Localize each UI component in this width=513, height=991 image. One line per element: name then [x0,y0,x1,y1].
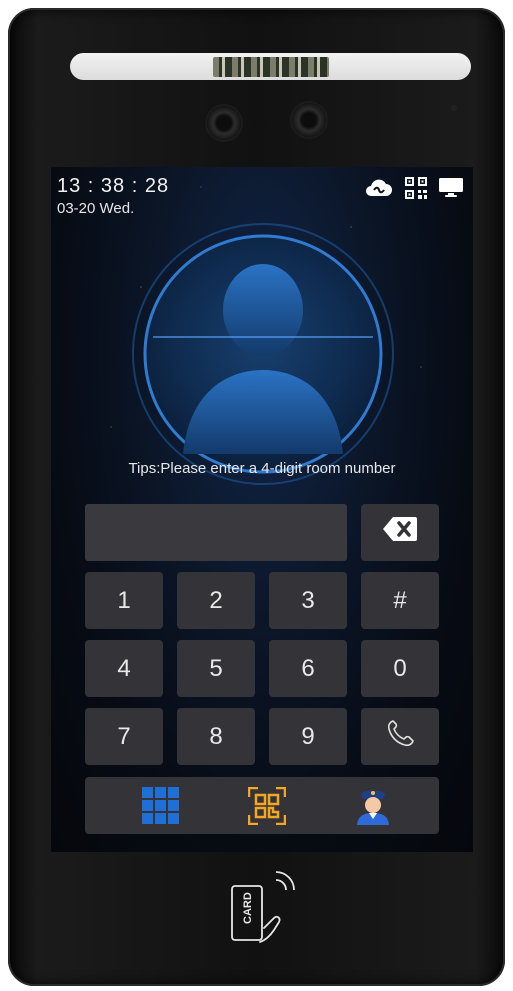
key-0[interactable]: 0 [361,640,439,697]
tips-text: Tips:Please enter a 4-digit room number [128,460,396,477]
camera-lens-left [207,106,241,140]
card-reader-icon: CARD [230,870,296,946]
cloud-link-icon[interactable] [363,178,393,203]
status-icon-bar [363,177,463,204]
key-9[interactable]: 9 [269,708,347,765]
key-3[interactable]: 3 [269,572,347,629]
key-4[interactable]: 4 [85,640,163,697]
call-button[interactable] [361,708,439,765]
card-reader-label: CARD [242,892,254,924]
ir-sensor-module [213,57,329,77]
key-2[interactable]: 2 [177,572,255,629]
face-silhouette-icon [131,222,395,486]
monitor-icon[interactable] [439,178,463,203]
phone-call-icon [385,718,415,755]
key-5[interactable]: 5 [177,640,255,697]
touch-screen: 13 : 38 : 28 03-20 Wed. Tips:Please ente… [51,167,473,852]
bottom-function-bar [85,777,439,834]
room-number-input[interactable] [85,504,347,561]
key-7[interactable]: 7 [85,708,163,765]
key-hash[interactable]: # [361,572,439,629]
keypad-grid-icon[interactable] [141,787,181,825]
guard-avatar-icon[interactable] [353,787,393,825]
light-sensor [451,105,457,111]
qr-code-icon[interactable] [405,177,427,204]
qr-scan-icon[interactable] [247,787,287,825]
backspace-button[interactable] [361,504,439,561]
key-1[interactable]: 1 [85,572,163,629]
backspace-icon [383,517,417,548]
clock-time: 13 : 38 : 28 [57,175,170,197]
clock-date: 03-20 Wed. [57,200,135,217]
camera-lens-right [292,103,326,137]
key-8[interactable]: 8 [177,708,255,765]
key-6[interactable]: 6 [269,640,347,697]
